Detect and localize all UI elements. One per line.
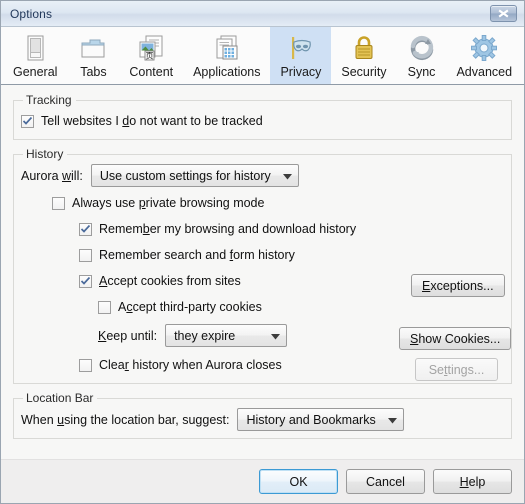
tab-label: Advanced	[456, 65, 513, 79]
suggest-dropdown[interactable]: History and Bookmarks	[237, 408, 404, 431]
do-not-track-row[interactable]: Tell websites I do not want to be tracke…	[21, 110, 504, 132]
ok-button[interactable]: OK	[259, 469, 338, 494]
history-legend: History	[26, 147, 64, 161]
history-mode-value: Use custom settings for history	[99, 168, 271, 183]
tab-label: Content	[129, 65, 174, 79]
tabs-icon	[77, 31, 109, 64]
privacy-panel: Tracking Tell websites I do not want to …	[1, 85, 524, 459]
tab-content[interactable]: 页 Content	[119, 27, 183, 84]
suggest-value: History and Bookmarks	[246, 412, 376, 427]
always-private-label: Always use private browsing mode	[72, 196, 265, 210]
tab-applications[interactable]: Applications	[183, 27, 270, 84]
chevron-down-icon	[271, 329, 281, 343]
remember-browsing-checkbox[interactable]	[79, 222, 92, 236]
tab-label: Privacy	[280, 65, 322, 79]
keep-until-dropdown[interactable]: they expire	[165, 324, 288, 347]
padlock-icon	[349, 31, 379, 64]
remember-forms-row[interactable]: Remember search and form history	[79, 244, 504, 266]
chevron-down-icon	[387, 413, 397, 427]
always-private-checkbox[interactable]	[52, 196, 65, 210]
tab-label: Applications	[193, 65, 261, 79]
svg-text:页: 页	[146, 51, 154, 60]
dialog-button-bar: OK Cancel Help	[1, 459, 524, 503]
tracking-group: Tracking Tell websites I do not want to …	[13, 93, 512, 140]
do-not-track-checkbox[interactable]	[21, 114, 34, 128]
accept-cookies-label: Accept cookies from sites	[99, 274, 241, 288]
title-bar: Options	[1, 1, 524, 27]
suggest-row: When using the location bar, suggest: Hi…	[21, 408, 504, 431]
close-icon[interactable]	[490, 5, 517, 22]
applications-icon	[210, 31, 244, 64]
settings-button[interactable]: Se t tings...	[415, 358, 498, 381]
clear-on-close-checkbox[interactable]	[79, 358, 92, 372]
chevron-down-icon	[282, 169, 292, 183]
accept-thirdparty-row[interactable]: Accept third-party cookies	[98, 296, 504, 318]
remember-forms-checkbox[interactable]	[79, 248, 92, 262]
clear-on-close-label: Clear history when Aurora closes	[99, 358, 282, 372]
history-mode-dropdown[interactable]: Use custom settings for history	[90, 164, 299, 187]
exceptions-button[interactable]: Exceptions...	[411, 274, 505, 297]
do-not-track-label: Tell websites I do not want to be tracke…	[41, 114, 263, 128]
aurora-will-label: Aurora will:	[21, 168, 83, 183]
tracking-legend: Tracking	[26, 93, 72, 107]
tab-sync[interactable]: Sync	[397, 27, 447, 84]
tab-label: Sync	[407, 65, 436, 79]
help-button[interactable]: Help	[433, 469, 512, 494]
tab-label: Security	[341, 65, 387, 79]
content-icon: 页	[134, 31, 168, 64]
sync-arrows-icon	[407, 31, 437, 64]
keep-until-label: Keep until:	[98, 328, 158, 343]
suggest-label: When using the location bar, suggest:	[21, 412, 230, 427]
tab-label: General	[12, 65, 58, 79]
options-dialog: Options General Tabs 页 Content Applicati…	[0, 0, 525, 504]
tab-general[interactable]: General	[3, 27, 67, 84]
tab-advanced[interactable]: Advanced	[446, 27, 522, 84]
tab-tabs[interactable]: Tabs	[67, 27, 119, 84]
remember-browsing-label: Remember my browsing and download histor…	[99, 222, 357, 236]
aurora-will-row: Aurora will: Use custom settings for his…	[21, 164, 504, 187]
location-bar-group: Location Bar When using the location bar…	[13, 391, 512, 439]
show-cookies-button[interactable]: Show Cookies...	[399, 327, 512, 350]
cancel-button[interactable]: Cancel	[346, 469, 425, 494]
accept-cookies-checkbox[interactable]	[79, 274, 92, 288]
accept-thirdparty-label: Accept third-party cookies	[118, 300, 262, 314]
tab-privacy[interactable]: Privacy	[270, 27, 332, 84]
accept-thirdparty-checkbox[interactable]	[98, 300, 111, 314]
gear-icon	[469, 31, 499, 64]
window-title: Options	[10, 6, 53, 21]
tab-security[interactable]: Security	[331, 27, 396, 84]
remember-forms-label: Remember search and form history	[99, 248, 295, 262]
tab-strip: General Tabs 页 Content Applications Priv…	[1, 27, 524, 85]
remember-browsing-row[interactable]: Remember my browsing and download histor…	[79, 218, 504, 240]
privacy-mask-icon	[285, 31, 317, 64]
keep-until-value: they expire	[174, 328, 236, 343]
general-icon	[20, 31, 50, 64]
always-private-row[interactable]: Always use private browsing mode	[52, 192, 504, 214]
location-bar-legend: Location Bar	[26, 391, 94, 405]
tab-label: Tabs	[80, 65, 107, 79]
